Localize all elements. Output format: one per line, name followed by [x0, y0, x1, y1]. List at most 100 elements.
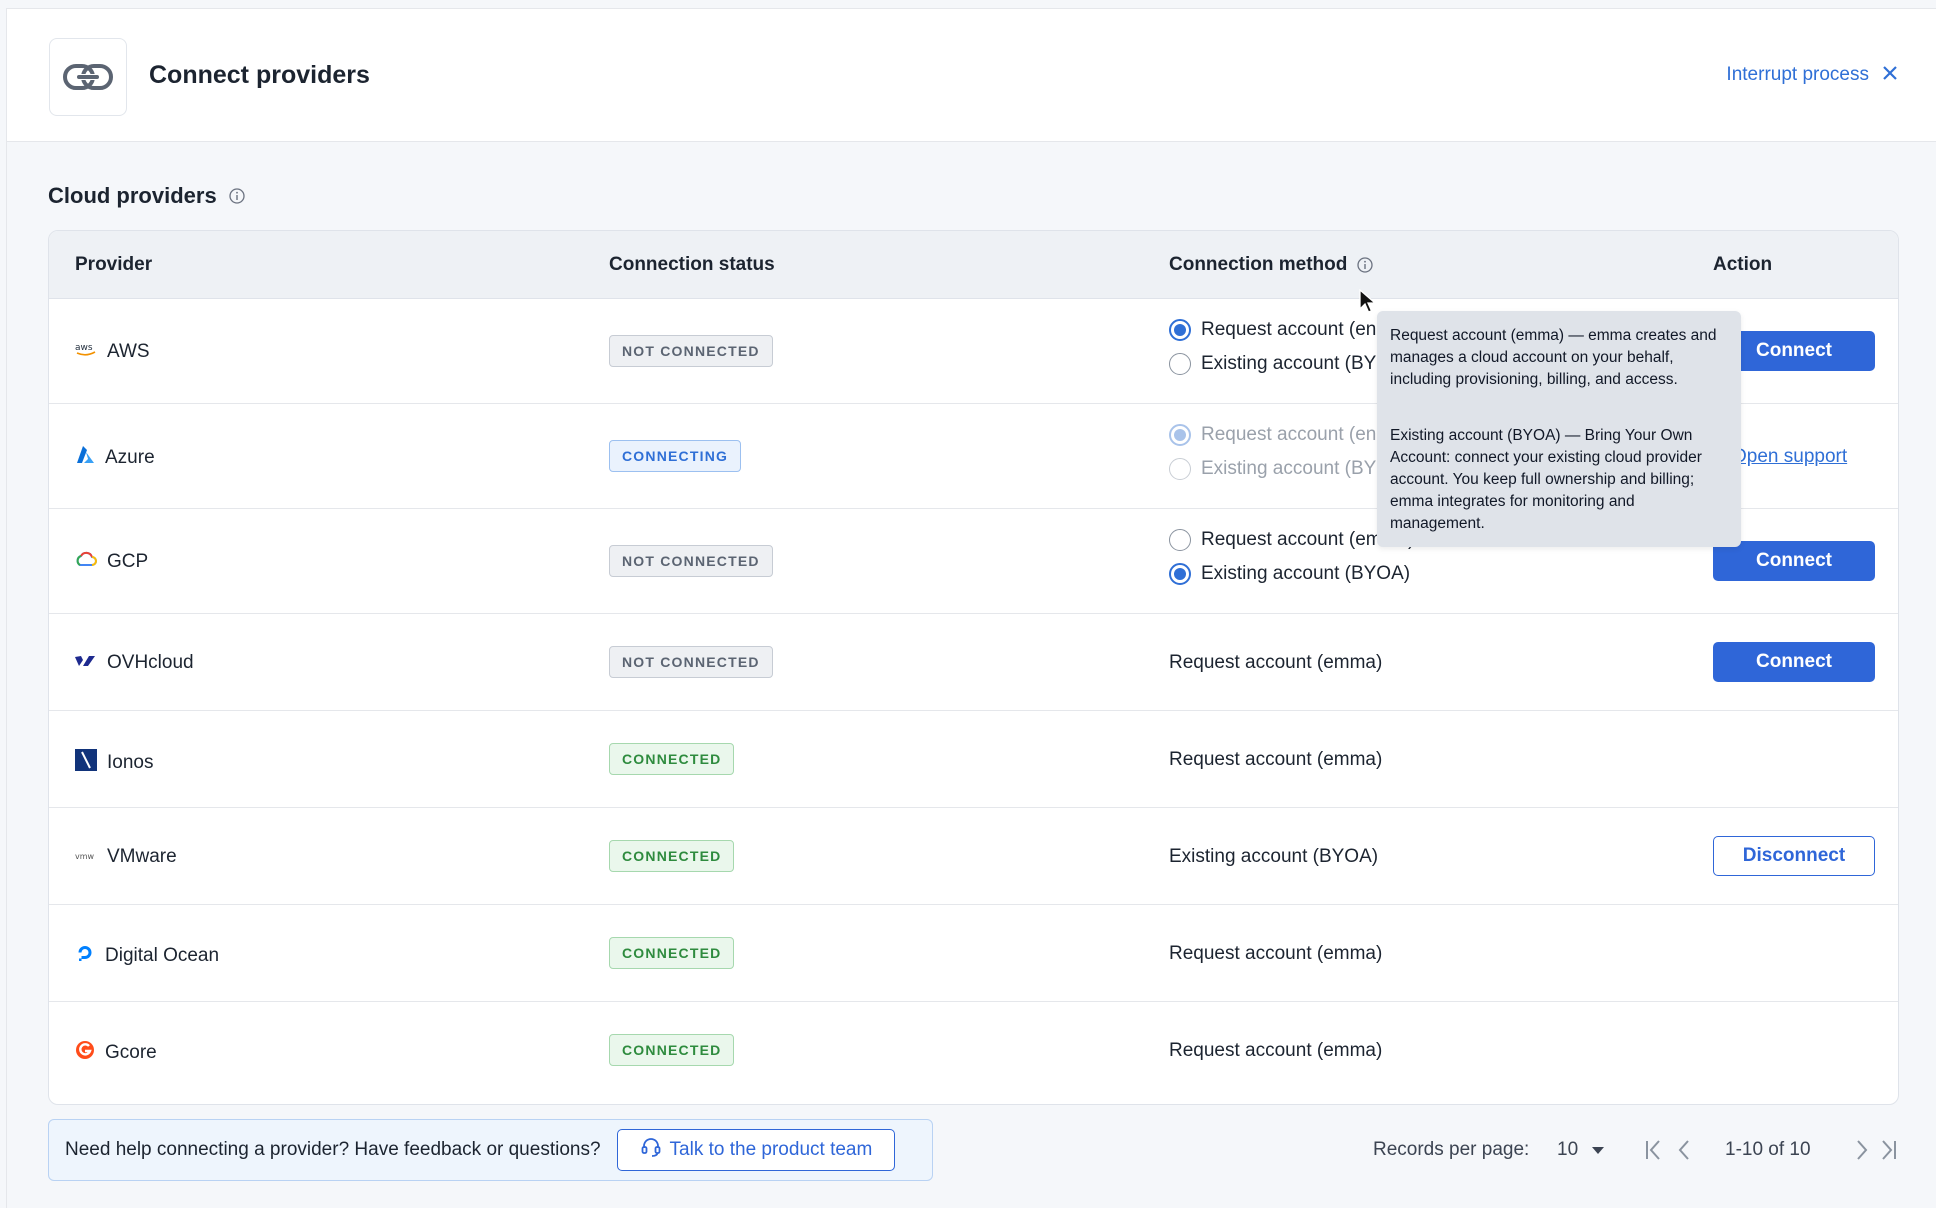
table-row: Ionos CONNECTED Request account (emma): [49, 711, 1898, 808]
section-title-text: Cloud providers: [48, 183, 217, 208]
provider-cell: Digital Ocean: [75, 943, 219, 969]
provider-cell: Azure: [75, 446, 155, 470]
help-text: Need help connecting a provider? Have fe…: [65, 1139, 601, 1160]
status-cell: CONNECTED: [609, 840, 735, 872]
disconnect-button[interactable]: Disconnect: [1713, 836, 1875, 876]
column-provider: Provider: [75, 254, 153, 275]
radio-label: Request account (en: [1201, 424, 1377, 445]
provider-name: Ionos: [107, 752, 154, 773]
method-cell: Existing account (BYOA): [1169, 846, 1379, 867]
records-per-page-select[interactable]: 10: [1557, 1139, 1605, 1161]
ovhcloud-logo-icon: [75, 652, 97, 674]
status-badge: NOT CONNECTED: [609, 646, 773, 678]
page-frame: Connect providers Interrupt process Clou…: [6, 8, 1936, 1208]
caret-down-icon: [1592, 1139, 1605, 1161]
info-icon[interactable]: [229, 188, 245, 204]
radio-existing-account[interactable]: Existing account (BYOA): [1169, 563, 1410, 585]
first-page-button[interactable]: [1645, 1139, 1663, 1161]
action-cell: Disconnect: [1713, 836, 1875, 876]
provider-name: AWS: [107, 341, 150, 362]
radio-label: Existing account (BY: [1201, 458, 1377, 479]
gcore-logo-icon: [75, 1040, 95, 1066]
connect-button[interactable]: Connect: [1713, 642, 1875, 682]
action-cell: Connect: [1713, 541, 1875, 581]
status-cell: CONNECTED: [609, 743, 735, 775]
info-icon[interactable]: [1357, 257, 1374, 273]
section-title: Cloud providers: [48, 183, 245, 209]
radio-checked-icon: [1169, 424, 1191, 446]
interrupt-process-button[interactable]: Interrupt process: [1726, 64, 1897, 86]
radio-request-account[interactable]: Request account (en: [1169, 424, 1376, 446]
status-badge: CONNECTING: [609, 440, 742, 472]
ionos-logo-icon: [75, 749, 97, 777]
provider-name: Gcore: [105, 1042, 157, 1063]
radio-label: Existing account (BY: [1201, 353, 1377, 374]
radio-existing-account[interactable]: Existing account (BY: [1169, 353, 1376, 375]
provider-name: GCP: [107, 551, 149, 572]
link-icon: [49, 38, 127, 116]
records-per-page-label: Records per page:: [1373, 1139, 1530, 1160]
radio-checked-icon: [1169, 563, 1191, 585]
chevron-left-icon: [1677, 1139, 1691, 1161]
provider-name: VMware: [107, 846, 177, 867]
talk-button-label: Talk to the product team: [669, 1139, 873, 1160]
vmware-logo-icon: vmw: [75, 846, 97, 868]
chevron-right-icon: [1855, 1139, 1869, 1161]
close-icon: [1883, 64, 1897, 86]
method-cell: Request account (emma): [1169, 652, 1383, 673]
status-badge: NOT CONNECTED: [609, 545, 773, 577]
talk-to-product-team-button[interactable]: Talk to the product team: [616, 1129, 896, 1171]
column-action: Action: [1713, 254, 1773, 275]
radio-unchecked-icon: [1169, 353, 1191, 375]
open-support-link[interactable]: Open support: [1732, 446, 1847, 468]
status-cell: NOT CONNECTED: [609, 335, 773, 367]
status-badge: CONNECTED: [609, 840, 735, 872]
provider-cell: Ionos: [75, 749, 153, 777]
method-radio-group: Request account (en Existing account (BY: [1169, 424, 1376, 480]
status-badge: NOT CONNECTED: [609, 335, 773, 367]
action-cell: Connect: [1713, 642, 1875, 682]
column-status: Connection status: [609, 254, 775, 275]
gcp-logo-icon: [75, 551, 97, 573]
provider-name: OVHcloud: [107, 652, 194, 673]
connection-method-tooltip: Request account (emma) — emma creates an…: [1377, 311, 1741, 547]
status-cell: CONNECTED: [609, 937, 735, 969]
azure-logo-icon: [75, 446, 95, 470]
status-badge: CONNECTED: [609, 937, 735, 969]
status-cell: NOT CONNECTED: [609, 646, 773, 678]
status-cell: CONNECTED: [609, 1034, 735, 1066]
provider-cell: Gcore: [75, 1040, 157, 1066]
radio-unchecked-icon: [1169, 458, 1191, 480]
provider-cell: aws AWS: [75, 341, 150, 363]
radio-unchecked-icon: [1169, 529, 1191, 551]
method-cell: Request account (emma): [1169, 1040, 1383, 1061]
mouse-cursor-icon: [1359, 288, 1377, 320]
svg-text:aws: aws: [75, 343, 93, 353]
next-page-button[interactable]: [1855, 1139, 1869, 1161]
provider-cell: vmw VMware: [75, 846, 177, 868]
status-cell: NOT CONNECTED: [609, 545, 773, 577]
radio-request-account[interactable]: Request account (en: [1169, 319, 1376, 341]
interrupt-label: Interrupt process: [1726, 64, 1869, 85]
connect-button[interactable]: Connect: [1713, 541, 1875, 581]
method-radio-group: Request account (en Existing account (BY: [1169, 319, 1376, 375]
table-row: Digital Ocean CONNECTED Request account …: [49, 905, 1898, 1002]
svg-text:vmw: vmw: [75, 852, 95, 861]
provider-cell: OVHcloud: [75, 652, 194, 674]
last-page-button[interactable]: [1879, 1139, 1897, 1161]
column-method: Connection method: [1169, 254, 1374, 276]
method-cell: Request account (emma): [1169, 943, 1383, 964]
action-cell: Open support: [1732, 446, 1847, 468]
page-title: Connect providers: [149, 61, 370, 89]
headset-icon: [640, 1136, 662, 1164]
page-range: 1-10 of 10: [1725, 1139, 1811, 1160]
radio-existing-account[interactable]: Existing account (BY: [1169, 458, 1376, 480]
provider-name: Azure: [105, 447, 155, 468]
column-method-label: Connection method: [1169, 254, 1348, 275]
prev-page-button[interactable]: [1677, 1139, 1691, 1161]
table-header: Provider Connection status Connection me…: [49, 231, 1898, 299]
radio-label: Existing account (BYOA): [1201, 563, 1411, 584]
tooltip-request-text: Request account (emma) — emma creates an…: [1390, 327, 1717, 388]
tooltip-byoa-text: Existing account (BYOA) — Bring Your Own…: [1390, 427, 1702, 532]
provider-cell: GCP: [75, 551, 148, 573]
